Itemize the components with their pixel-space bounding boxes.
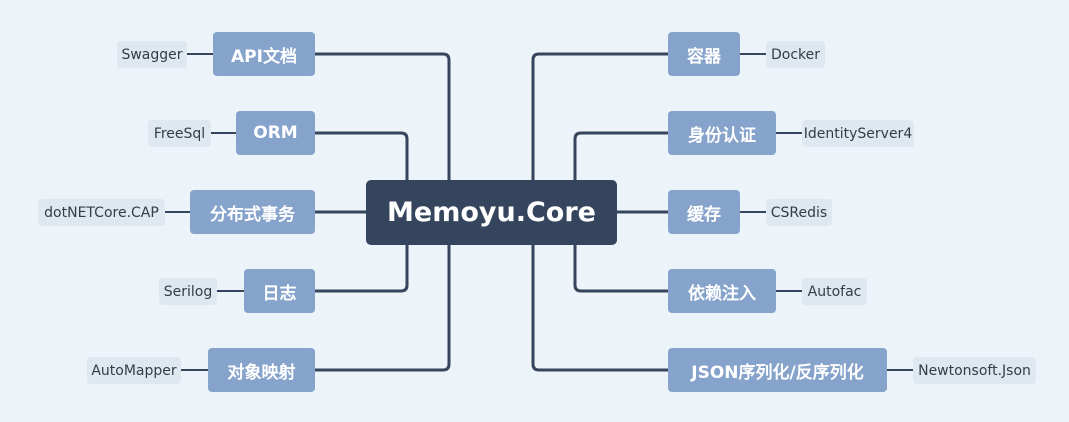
leaf-csredis[interactable]: CSRedis bbox=[766, 199, 832, 226]
leaf-freesql[interactable]: FreeSql bbox=[148, 120, 211, 147]
leaf-serilog[interactable]: Serilog bbox=[159, 278, 217, 305]
link-json bbox=[531, 243, 670, 372]
center-node[interactable]: Memoyu.Core bbox=[366, 180, 617, 245]
leaf-docker[interactable]: Docker bbox=[766, 41, 825, 68]
branch-logging[interactable]: 日志 bbox=[244, 269, 315, 313]
leaf-automapper[interactable]: AutoMapper bbox=[87, 357, 181, 384]
link-di bbox=[573, 243, 670, 293]
leaf-identityserver4[interactable]: IdentityServer4 bbox=[802, 120, 914, 147]
link-container bbox=[531, 52, 670, 182]
branch-identity-auth[interactable]: 身份认证 bbox=[668, 111, 776, 155]
branch-container[interactable]: 容器 bbox=[668, 32, 740, 76]
leaf-autofac[interactable]: Autofac bbox=[802, 278, 867, 305]
link-orm bbox=[313, 131, 409, 182]
branch-object-mapping[interactable]: 对象映射 bbox=[208, 348, 315, 392]
link-identity bbox=[573, 131, 670, 182]
branch-json-serialization[interactable]: JSON序列化/反序列化 bbox=[668, 348, 887, 392]
link-object-mapping bbox=[313, 243, 451, 372]
leaf-dotnetcore-cap[interactable]: dotNETCore.CAP bbox=[38, 199, 165, 226]
branch-dependency-injection[interactable]: 依赖注入 bbox=[668, 269, 776, 313]
branch-cache[interactable]: 缓存 bbox=[668, 190, 740, 234]
branch-distributed-transaction[interactable]: 分布式事务 bbox=[190, 190, 315, 234]
mind-map: Memoyu.Core API文档 ORM 分布式事务 日志 对象映射 Swag… bbox=[0, 0, 1069, 422]
link-logging bbox=[313, 243, 409, 293]
branch-api-docs[interactable]: API文档 bbox=[213, 32, 315, 76]
link-api-docs bbox=[313, 52, 451, 182]
leaf-swagger[interactable]: Swagger bbox=[117, 41, 187, 68]
branch-orm[interactable]: ORM bbox=[236, 111, 315, 155]
leaf-newtonsoft-json[interactable]: Newtonsoft.Json bbox=[913, 357, 1036, 384]
